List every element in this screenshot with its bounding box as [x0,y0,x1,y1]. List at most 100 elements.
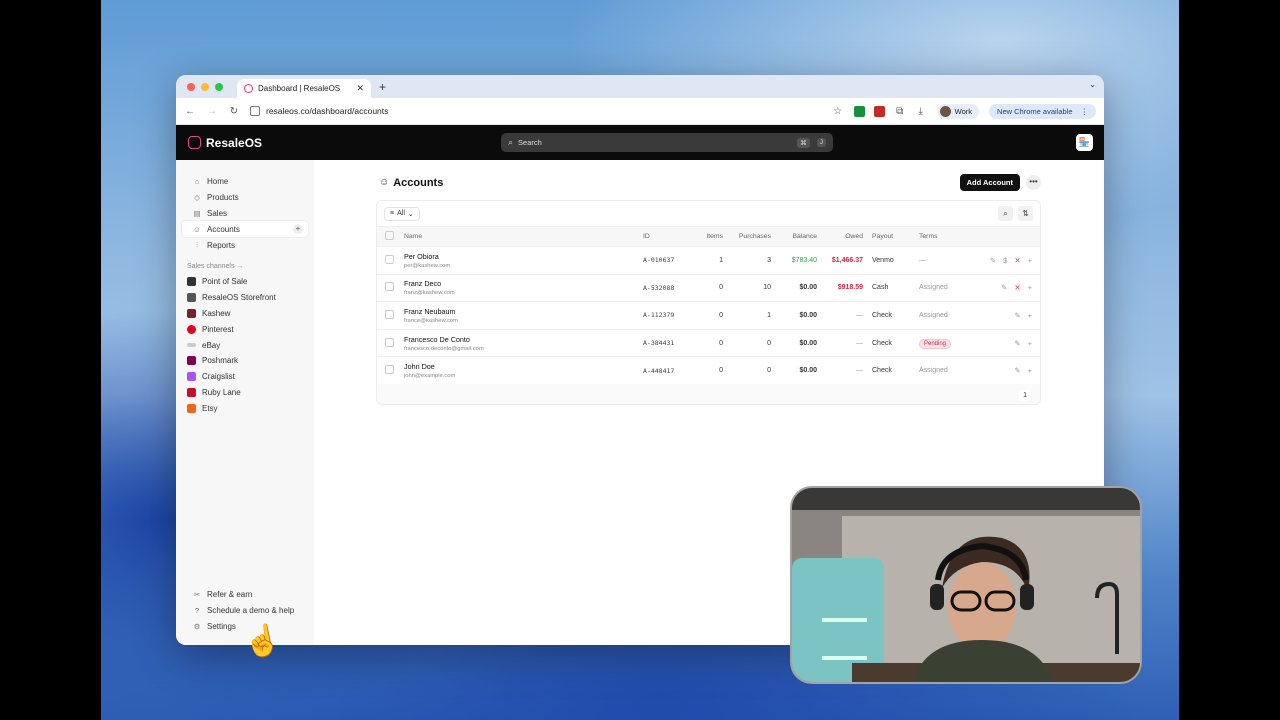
column-header-balance[interactable]: Balance [771,226,817,247]
webcam-scene-illustration [792,488,1140,682]
forward-arrow-icon[interactable]: → [206,106,218,117]
column-header-purchases[interactable]: Purchases [723,226,771,247]
add-icon[interactable]: + [1028,256,1032,265]
download-icon[interactable]: ⤓ [915,106,927,117]
minimize-window-button[interactable] [201,82,209,91]
row-checkbox[interactable] [385,254,394,264]
column-header-name[interactable]: Name [404,226,643,247]
add-icon[interactable]: + [1028,366,1032,375]
tab-close-icon[interactable]: ✕ [356,83,364,94]
sidebar-channel-kashew[interactable]: Kashew [176,306,314,322]
add-account-button[interactable]: Add Account [959,174,1020,191]
edit-icon[interactable]: ✎ [1014,311,1020,320]
close-window-button[interactable] [187,82,195,91]
storefront-icon[interactable]: 🏪 [1076,134,1093,151]
add-icon[interactable]: + [1028,283,1032,292]
table-row[interactable]: Per Obiora per@kashew.com A-010637 1 3 $7… [377,246,1040,275]
sidebar-channel-poshmark[interactable]: Poshmark [176,353,314,369]
row-checkbox[interactable] [385,337,394,347]
items-count: 1 [697,246,723,275]
column-header-terms[interactable]: Terms [919,226,967,247]
page-number-button[interactable]: 1 [1019,389,1031,401]
reload-icon[interactable]: ↻ [228,106,240,117]
sidebar-item-label: Products [207,192,239,202]
sidebar-channel-ebay[interactable]: eBay [176,337,314,353]
shortcut-key-cmd: ⌘ [797,137,810,148]
dollar-icon[interactable]: $ [1003,256,1007,265]
tab-search-chevron-icon[interactable]: ⌄ [1089,80,1096,89]
select-all-cell [377,226,404,247]
filter-dropdown[interactable]: ≡ All ⌄ [384,206,420,221]
table-row[interactable]: John Doe john@example.com A-448417 0 0 $0… [377,356,1040,385]
column-header-id[interactable]: ID [643,226,697,247]
chrome-menu-icon[interactable]: ⋮ [1081,107,1089,116]
extension-green-icon[interactable] [853,105,865,117]
owed-value: $918.59 [817,273,863,302]
profile-button[interactable]: Work [936,103,980,119]
account-email: franz@kashew.com [404,290,455,297]
sidebar-item-help[interactable]: ? Schedule a demo & help [182,602,308,618]
row-checkbox[interactable] [385,282,394,292]
purchases-count: 0 [723,356,771,385]
table-row[interactable]: Franz Neubaum france@kashew.com A-112379 … [377,301,1040,330]
sidebar-channel-craigslist[interactable]: Craigslist [176,369,314,385]
account-name[interactable]: Francesco De Conto [404,335,643,344]
row-checkbox[interactable] [385,309,394,319]
maximize-window-button[interactable] [215,82,223,91]
account-name[interactable]: John Doe [404,362,643,371]
account-name[interactable]: Franz Deco [404,279,643,288]
extension-red-icon[interactable] [873,105,885,117]
edit-icon[interactable]: ✎ [1001,283,1007,292]
sidebar-channel-etsy[interactable]: Etsy [176,400,314,416]
new-tab-button[interactable]: + [379,80,386,94]
table-search-icon[interactable]: ⌕ [998,206,1013,221]
search-input[interactable]: ⌕ Search ⌘ J [501,133,833,152]
profile-name: Work [954,106,973,116]
sales-channels-heading[interactable]: Sales channels → [187,263,314,270]
sidebar-item-products[interactable]: ◇ Products [182,189,308,205]
column-header-items[interactable]: Items [697,226,723,247]
table-row[interactable]: Francesco De Conto francesco.deconto@gmai… [377,328,1040,357]
row-checkbox-cell [377,356,404,385]
more-options-icon[interactable]: ••• [1026,175,1041,190]
balance-value: $0.00 [771,273,817,302]
sidebar-channel-pinterest[interactable]: Pinterest [176,321,314,337]
edit-icon[interactable]: ✎ [1014,339,1020,348]
account-name[interactable]: Per Obiora [404,252,643,261]
remove-icon[interactable]: ✕ [1014,283,1020,292]
column-header-payout[interactable]: Payout [863,226,919,247]
sidebar-item-accounts[interactable]: ☺ Accounts + [182,221,308,237]
update-chrome-button[interactable]: New Chrome available ⋮ [989,103,1096,119]
account-name[interactable]: Franz Neubaum [404,307,643,316]
site-info-icon[interactable] [250,106,260,116]
edit-icon[interactable]: ✎ [990,256,996,265]
account-email: francesco.deconto@gmail.com [404,345,484,352]
sidebar-channel-point-of-sale[interactable]: Point of Sale [176,274,314,290]
sidebar-channel-ruby-lane[interactable]: Ruby Lane [176,385,314,401]
table-row[interactable]: Franz Deco franz@kashew.com A-532088 0 10… [377,273,1040,302]
back-arrow-icon[interactable]: ← [184,106,196,117]
sidebar-channel-storefront[interactable]: ResaleOS Storefront [176,290,314,306]
row-actions: ✎ $ ✕ + [967,246,1040,275]
brand-logo[interactable]: ResaleOS [188,136,262,150]
edit-icon[interactable]: ✎ [1014,366,1020,375]
sidebar-item-refer[interactable]: ✂ Refer & earn [182,586,308,602]
remove-icon[interactable]: ✕ [1014,256,1020,265]
extensions-puzzle-icon[interactable]: ⧉ [894,106,906,117]
row-checkbox[interactable] [385,365,394,375]
bookmark-star-icon[interactable]: ☆ [832,106,844,117]
browser-tab[interactable]: Dashboard | ResaleOS ✕ [237,79,371,98]
sort-icon[interactable]: ⇅ [1018,206,1033,221]
account-email: per@kashew.com [404,262,451,269]
sidebar-item-sales[interactable]: ▤ Sales [182,205,308,221]
sidebar-item-reports[interactable]: ⫶ Reports [182,237,308,253]
row-checkbox-cell [377,328,404,357]
add-account-icon[interactable]: + [293,224,303,234]
sidebar-item-home[interactable]: ⌂ Home [182,173,308,189]
select-all-checkbox[interactable] [385,231,394,240]
url-field[interactable]: resaleos.co/dashboard/accounts [250,106,822,116]
add-icon[interactable]: + [1028,311,1032,320]
column-header-owed[interactable]: Owed [817,226,863,247]
column-header-actions [967,226,1040,247]
add-icon[interactable]: + [1028,339,1032,348]
